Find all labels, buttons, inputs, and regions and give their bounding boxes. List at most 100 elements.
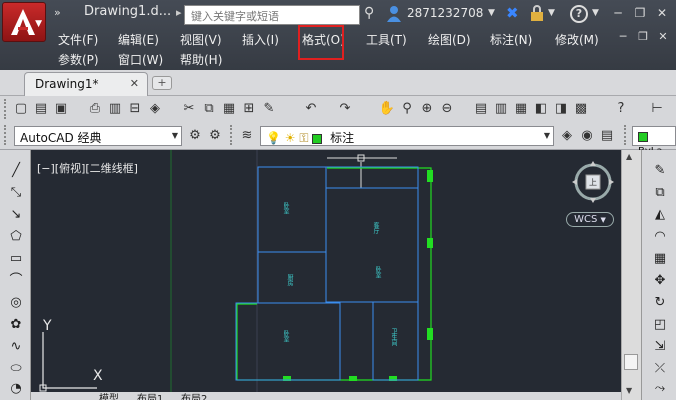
preview-icon[interactable]: ▥ [106,100,124,118]
user-id[interactable]: 2871232708 [407,6,483,20]
new-icon[interactable]: ▢ [12,100,30,118]
lock-icon[interactable] [530,5,544,21]
extend-icon[interactable]: ⤳ [650,380,670,398]
menu-dimension[interactable]: 标注(N) [490,31,532,48]
design-center-icon[interactable]: ▥ [492,100,510,118]
gear-icon[interactable]: ⚙ [186,127,204,145]
polyline-icon[interactable]: ↘ [6,206,26,224]
vertical-scrollbar[interactable]: ▲ ▼ [621,150,641,400]
calculator-icon[interactable]: ▩ [572,100,590,118]
spline-icon[interactable]: ∿ [6,338,26,356]
scroll-down-icon[interactable]: ▼ [626,386,632,395]
tool-palettes-icon[interactable]: ▦ [512,100,530,118]
viewport-controls-label[interactable]: [−][俯视][二维线框] [37,160,138,176]
offset-icon[interactable]: ◠ [650,228,670,246]
zoom-realtime-icon[interactable]: ⚲ [398,100,416,118]
revision-cloud-icon[interactable]: ✿ [6,316,26,334]
dimension-style-icon[interactable]: ⊢ [648,100,666,118]
window-close-button[interactable]: ✕ [654,6,670,22]
move-icon[interactable]: ✥ [650,272,670,290]
layer-previous-icon[interactable]: ◉ [578,127,596,145]
new-tab-button[interactable]: + [152,76,172,90]
menu-window[interactable]: 窗口(W) [118,51,163,68]
exchange-icon[interactable]: ✖ [506,4,519,22]
menu-modify[interactable]: 修改(M) [555,31,599,48]
mdi-close-button[interactable]: ✕ [656,30,670,44]
erase-icon[interactable]: ✎ [650,162,670,180]
ellipse-arc-icon[interactable]: ◔ [6,380,26,398]
copy-icon[interactable]: ⧉ [200,100,218,118]
mdi-minimize-button[interactable]: ─ [616,30,630,44]
rotate-icon[interactable]: ↻ [650,294,670,312]
window-minimize-button[interactable]: ─ [610,6,626,22]
pan-icon[interactable]: ✋ [378,100,396,118]
menu-file[interactable]: 文件(F) [58,31,98,48]
zoom-previous-icon[interactable]: ⊖ [438,100,456,118]
window-restore-button[interactable]: ❐ [632,6,648,22]
menu-parameters[interactable]: 参数(P) [58,51,99,68]
lock-dropdown-icon[interactable]: ▼ [548,8,555,18]
paste-icon[interactable]: ▦ [220,100,238,118]
workspace-settings-icon[interactable]: ⚙ [206,127,224,145]
layer-isolate-icon[interactable]: ▤ [598,127,616,145]
properties-icon[interactable]: ▤ [472,100,490,118]
scroll-up-icon[interactable]: ▲ [626,152,632,161]
quick-access-expand-button[interactable]: » [54,6,61,19]
drawing-viewport[interactable]: 卧室 客厅 厨房 卧室 卧室 卫生间 [−][俯视][二维线框] 上 WCS ▼… [31,150,621,400]
user-icon[interactable] [386,5,402,23]
user-dropdown-icon[interactable]: ▼ [488,8,495,18]
layer-state-icon[interactable]: ◈ [558,127,576,145]
match-props-icon[interactable]: ⊞ [240,100,258,118]
rectangle-icon[interactable]: ▭ [6,250,26,268]
toolbar-grip[interactable] [4,125,8,145]
layer-manager-icon[interactable]: ≋ [238,127,256,145]
tab-layout1[interactable]: 布局1 [137,390,163,400]
brush-icon[interactable]: ✎ [260,100,278,118]
copy-object-icon[interactable]: ⧉ [650,184,670,202]
zoom-window-icon[interactable]: ⊕ [418,100,436,118]
tab-model[interactable]: 模型 [99,390,119,400]
menu-draw[interactable]: 绘图(D) [428,31,471,48]
application-menu-button[interactable]: ▼ [2,2,46,42]
polygon-icon[interactable]: ⬠ [6,228,26,246]
menu-tools[interactable]: 工具(T) [366,31,407,48]
tab-drawing1[interactable]: Drawing1* ✕ [24,72,148,96]
3d-print-icon[interactable]: ◈ [146,100,164,118]
wcs-menu-button[interactable]: WCS ▼ [566,212,614,227]
undo-icon[interactable]: ↶ [302,100,320,118]
arc-icon[interactable]: ⌒ [6,272,26,290]
mirror-icon[interactable]: ◭ [650,206,670,224]
ellipse-icon[interactable]: ⬭ [6,360,26,378]
tab-layout2[interactable]: 布局2 [181,390,207,400]
cut-icon[interactable]: ✂ [180,100,198,118]
toolbar-grip[interactable] [624,125,628,145]
viewcube-face-label[interactable]: 上 [589,177,597,188]
construction-line-icon[interactable]: ⤡ [6,184,26,202]
workspace-select[interactable]: AutoCAD 经典 ▼ [14,126,182,146]
markup-icon[interactable]: ◨ [552,100,570,118]
mdi-restore-button[interactable]: ❐ [636,30,650,44]
redo-icon[interactable]: ↷ [336,100,354,118]
publish-icon[interactable]: ⊟ [126,100,144,118]
toolbar-grip[interactable] [230,125,234,145]
menu-view[interactable]: 视图(V) [180,31,222,48]
search-input[interactable]: 键入关键字或短语 [184,5,360,25]
array-icon[interactable]: ▦ [650,250,670,268]
scroll-thumb[interactable] [624,354,638,370]
toolbar-grip[interactable] [4,99,8,119]
open-icon[interactable]: ▤ [32,100,50,118]
line-icon[interactable]: ╱ [6,162,26,180]
help-button[interactable]: ? [570,5,588,23]
menu-insert[interactable]: 插入(I) [242,31,279,48]
menu-help[interactable]: 帮助(H) [180,51,222,68]
scale-icon[interactable]: ◰ [650,316,670,334]
help-icon[interactable]: ? [612,100,630,118]
color-select[interactable]: ByLa [632,126,676,157]
trim-icon[interactable]: ⤫ [650,360,670,378]
close-icon[interactable]: ✕ [130,77,139,90]
menu-edit[interactable]: 编辑(E) [118,31,159,48]
help-dropdown-icon[interactable]: ▼ [592,8,599,18]
circle-icon[interactable]: ◎ [6,294,26,312]
binoculars-icon[interactable]: ⚲ [364,5,374,21]
sheet-set-icon[interactable]: ◧ [532,100,550,118]
